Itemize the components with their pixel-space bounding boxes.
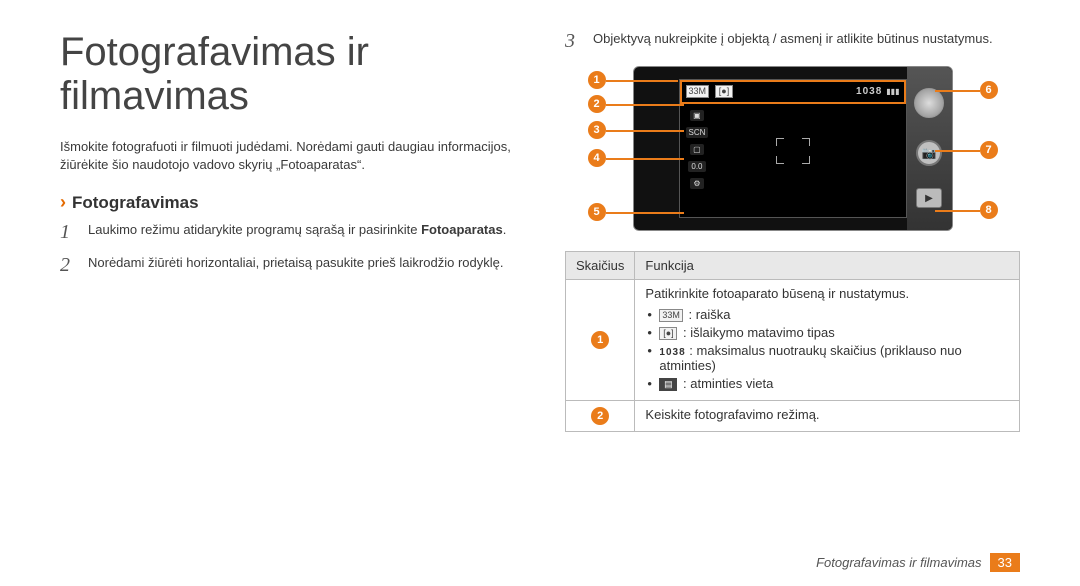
metering-icon: [●]: [659, 327, 677, 340]
battery-icon: ▮▮▮: [886, 87, 899, 96]
section-title: Fotografavimas: [72, 193, 199, 213]
leader: [606, 80, 678, 82]
row-badge: 1: [591, 331, 609, 349]
row-text: Patikrinkite fotoaparato būseną ir nusta…: [645, 286, 909, 301]
exposure-icon: ▢: [690, 144, 704, 155]
callout-8: 8: [980, 201, 998, 219]
callout-2: 2: [588, 95, 606, 113]
chevron-icon: ›: [60, 192, 66, 213]
resolution-icon: 33M: [659, 309, 683, 322]
shutter-icon: 📷: [916, 140, 942, 166]
step-1: 1 Laukimo režimu atidarykite programų są…: [60, 221, 515, 244]
step-3: 3 Objektyvą nukreipkite į objektą / asme…: [565, 30, 1020, 53]
page-number: 33: [990, 553, 1020, 572]
step-number: 1: [60, 221, 78, 244]
resolution-icon: 33M: [686, 85, 710, 98]
bullet-item: [●] : išlaikymo matavimo tipas: [645, 325, 1009, 340]
step-text: Objektyvą nukreipkite į objektą / asmenį…: [593, 30, 993, 53]
camera-body: 33M [●] 1038 ▮▮▮ ▣ SCN ▢: [633, 66, 953, 231]
step-number: 2: [60, 254, 78, 277]
left-mode-icons: ▣ SCN ▢ 0.0 ⚙: [686, 110, 709, 189]
callout-1: 1: [588, 71, 606, 89]
leader: [606, 130, 684, 132]
mode-icon: ▣: [690, 110, 704, 121]
table-row: 2 Keiskite fotografavimo režimą.: [566, 401, 1020, 432]
shots-remaining: 1038: [856, 86, 882, 97]
bullet-item: ▤ : atminties vieta: [645, 376, 1009, 391]
row-bullets: 33M : raiška [●] : išlaikymo matavimo ti…: [645, 307, 1009, 391]
scn-icon: SCN: [686, 127, 709, 138]
status-bar: 33M [●] 1038 ▮▮▮: [680, 80, 906, 104]
callout-5: 5: [588, 203, 606, 221]
page-footer: Fotografavimas ir filmavimas 33: [816, 553, 1020, 572]
callout-6: 6: [980, 81, 998, 99]
count-icon: 1038: [659, 347, 685, 358]
leader: [935, 150, 980, 152]
leader: [935, 210, 980, 212]
mode-dial-icon: [914, 88, 944, 118]
bullet-item: 1038 : maksimalus nuotraukų skaičius (pr…: [645, 343, 1009, 373]
bullet-item: 33M : raiška: [645, 307, 1009, 322]
callout-3: 3: [588, 121, 606, 139]
leader: [606, 212, 684, 214]
leader: [935, 90, 980, 92]
step-text: Norėdami žiūrėti horizontaliai, prietais…: [88, 254, 503, 277]
row-badge: 2: [591, 407, 609, 425]
step-text: Laukimo režimu atidarykite programų sąra…: [88, 221, 506, 244]
row-text: Keiskite fotografavimo režimą.: [645, 407, 819, 422]
camera-screen: 33M [●] 1038 ▮▮▮ ▣ SCN ▢: [679, 79, 907, 218]
focus-indicator: [776, 138, 810, 164]
callout-7: 7: [980, 141, 998, 159]
leader: [606, 104, 684, 106]
camera-figure: 33M [●] 1038 ▮▮▮ ▣ SCN ▢: [583, 63, 1003, 233]
function-table: Skaičius Funkcija 1 Patikrinkite fotoapa…: [565, 251, 1020, 432]
col-number-header: Skaičius: [566, 252, 635, 280]
callout-4: 4: [588, 149, 606, 167]
section-header: › Fotografavimas: [60, 192, 515, 213]
exposure-value: 0.0: [688, 161, 705, 172]
page-title: Fotografavimas ir filmavimas: [60, 30, 515, 118]
col-function-header: Funkcija: [635, 252, 1020, 280]
metering-icon: [●]: [715, 85, 733, 98]
settings-gear-icon: ⚙: [690, 178, 703, 189]
table-row: 1 Patikrinkite fotoaparato būseną ir nus…: [566, 280, 1020, 401]
storage-icon: ▤: [659, 378, 677, 391]
step-number: 3: [565, 30, 583, 53]
intro-text: Išmokite fotografuoti ir filmuoti judėda…: [60, 138, 515, 174]
step-2: 2 Norėdami žiūrėti horizontaliai, prieta…: [60, 254, 515, 277]
footer-label: Fotografavimas ir filmavimas: [816, 555, 981, 570]
playback-icon: ▶: [916, 188, 942, 208]
leader: [606, 158, 684, 160]
